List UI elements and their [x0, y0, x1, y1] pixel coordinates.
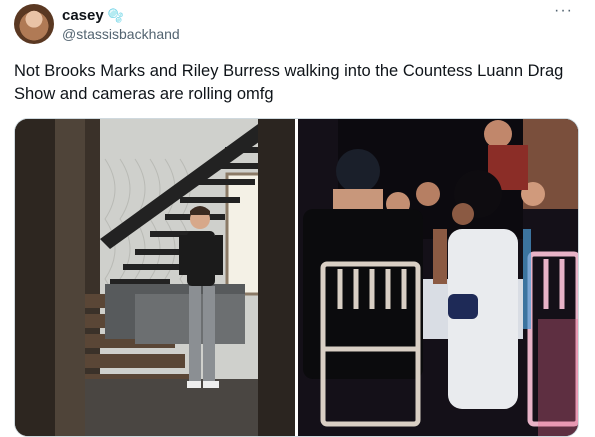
user-handle[interactable]: @stassisbackhand	[62, 26, 180, 42]
bubbles-emoji: 🫧	[107, 7, 124, 23]
avatar[interactable]	[14, 4, 54, 44]
photo-stairwell[interactable]	[15, 119, 295, 436]
photo-audience[interactable]	[298, 119, 578, 436]
media-grid	[14, 118, 579, 437]
more-options-icon[interactable]: ···	[554, 2, 573, 20]
author-name-row: casey 🫧	[62, 5, 124, 25]
display-name[interactable]: casey	[62, 7, 104, 24]
tweet-text: Not Brooks Marks and Riley Burress walki…	[14, 62, 564, 103]
